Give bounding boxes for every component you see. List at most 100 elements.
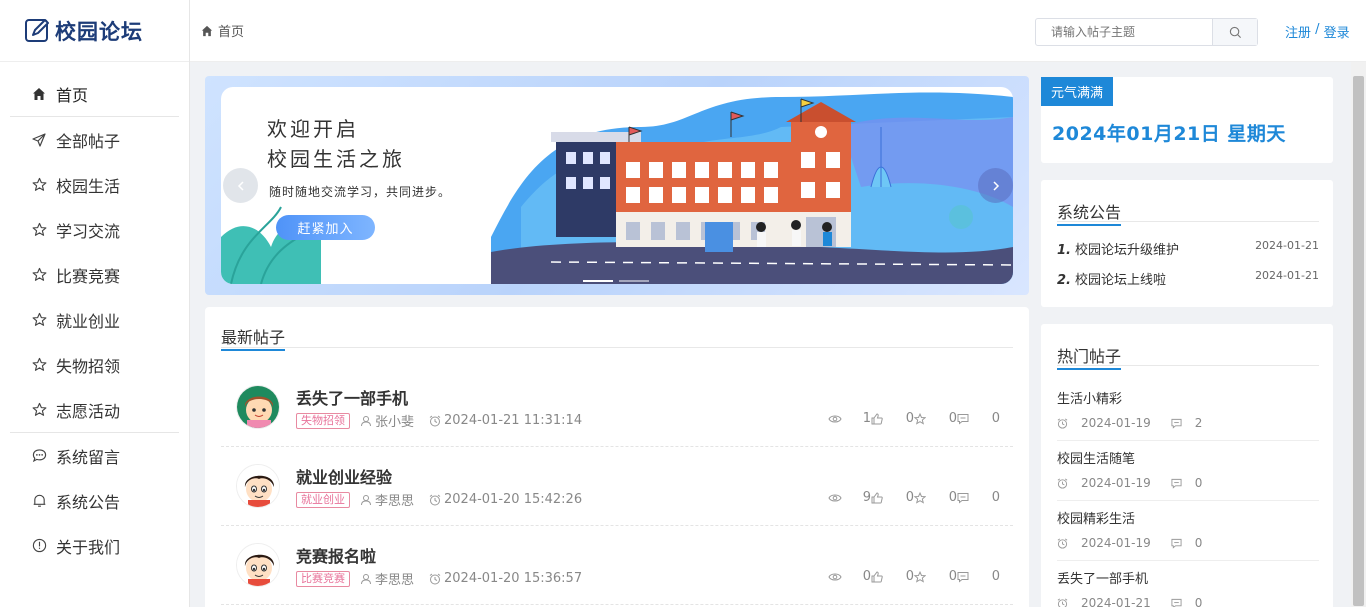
category-tag[interactable]: 比赛竞赛 bbox=[296, 570, 350, 587]
divider bbox=[1057, 500, 1319, 501]
sidebar-item-all-posts[interactable]: 全部帖子 bbox=[0, 117, 189, 162]
star-icon bbox=[31, 222, 47, 238]
star-icon bbox=[31, 267, 47, 283]
likes-stat[interactable]: 0 bbox=[871, 569, 914, 584]
banner-carousel[interactable]: 欢迎开启 校园生活之旅 随时随地交流学习，共同进步。 赶紧加入 bbox=[205, 76, 1029, 295]
post-title[interactable]: 就业创业经验 bbox=[296, 464, 392, 488]
sidebar-item-lost-found[interactable]: 失物招领 bbox=[0, 342, 189, 387]
post-row[interactable]: 丢失了一部手机 失物招领 张小斐 2024-01-21 11:31:14 1 0… bbox=[221, 368, 1013, 447]
comment-icon bbox=[957, 413, 992, 425]
register-link[interactable]: 注册 bbox=[1285, 22, 1311, 41]
star-icon bbox=[31, 312, 47, 328]
author-name: 李思思 bbox=[375, 494, 415, 509]
announcement-text: 校园论坛上线啦 bbox=[1074, 273, 1166, 288]
hot-post-meta: 2024-01-19 0 bbox=[1057, 476, 1319, 490]
comments-stat[interactable]: 0 bbox=[957, 411, 1000, 426]
comment-icon bbox=[1171, 478, 1185, 489]
clock-icon bbox=[1057, 418, 1071, 429]
favorites-stat[interactable]: 0 bbox=[914, 490, 957, 505]
hot-posts-card: 热门帖子 生活小精彩 2024-01-19 2 校园生活随笔 2024-01-1… bbox=[1041, 324, 1333, 607]
hot-post-title[interactable]: 生活小精彩 bbox=[1057, 388, 1319, 407]
login-link[interactable]: 登录 bbox=[1324, 22, 1350, 41]
sidebar-item-study[interactable]: 学习交流 bbox=[0, 207, 189, 252]
hot-post-title[interactable]: 校园生活随笔 bbox=[1057, 448, 1319, 467]
banner-slide: 欢迎开启 校园生活之旅 随时随地交流学习，共同进步。 赶紧加入 bbox=[221, 87, 1013, 284]
post-author: 李思思 bbox=[360, 490, 414, 509]
announcement-number: 2. bbox=[1057, 273, 1071, 288]
likes-stat[interactable]: 0 bbox=[871, 490, 914, 505]
search-button[interactable] bbox=[1212, 19, 1257, 45]
favorites-stat[interactable]: 0 bbox=[914, 411, 957, 426]
star-icon bbox=[31, 357, 47, 373]
hot-post-item[interactable]: 丢失了一部手机 2024-01-21 0 bbox=[1057, 568, 1319, 607]
clock-icon bbox=[1057, 538, 1071, 549]
sidebar-item-announcements[interactable]: 系统公告 bbox=[0, 478, 189, 523]
banner-subtitle: 随时随地交流学习，共同进步。 bbox=[269, 185, 452, 199]
avatar bbox=[236, 464, 280, 508]
side-menu: 首页 全部帖子 校园生活 学习交流 比赛竞赛 就业创业 失物招领 志愿活动 系统… bbox=[0, 62, 189, 568]
views-count: 0 bbox=[862, 569, 871, 584]
sidebar-item-about[interactable]: 关于我们 bbox=[0, 523, 189, 568]
title-underline bbox=[221, 349, 286, 351]
section-title-text: 热门帖子 bbox=[1057, 347, 1122, 366]
carousel-next-button[interactable] bbox=[978, 168, 1013, 203]
sidebar-item-home[interactable]: 首页 bbox=[0, 71, 189, 116]
bell-icon bbox=[31, 493, 47, 509]
breadcrumb-home[interactable]: 首页 bbox=[218, 21, 244, 40]
top-bar: 首页 注册 / 登录 bbox=[190, 0, 1366, 62]
post-row[interactable]: 竞赛报名啦 比赛竞赛 李思思 2024-01-20 15:36:57 0 0 0… bbox=[221, 526, 1013, 605]
favorites-stat[interactable]: 0 bbox=[914, 569, 957, 584]
post-time-text: 2024-01-20 15:42:26 bbox=[444, 492, 583, 507]
announcement-number: 1. bbox=[1057, 243, 1071, 258]
carousel-dot[interactable] bbox=[583, 280, 613, 282]
sidebar-item-career[interactable]: 就业创业 bbox=[0, 297, 189, 342]
page-scrollbar[interactable] bbox=[1351, 62, 1366, 607]
post-title[interactable]: 丢失了一部手机 bbox=[296, 385, 408, 409]
likes-stat[interactable]: 0 bbox=[871, 411, 914, 426]
star-icon bbox=[31, 402, 47, 418]
views-stat: 9 bbox=[828, 490, 871, 505]
sidebar-item-competition[interactable]: 比赛竞赛 bbox=[0, 252, 189, 297]
home-icon bbox=[31, 86, 47, 102]
comments-stat[interactable]: 0 bbox=[957, 490, 1000, 505]
category-tag[interactable]: 就业创业 bbox=[296, 491, 350, 508]
hot-post-item[interactable]: 校园精彩生活 2024-01-19 0 bbox=[1057, 508, 1319, 550]
post-time-text: 2024-01-20 15:36:57 bbox=[444, 571, 583, 586]
author-name: 李思思 bbox=[375, 573, 415, 588]
hot-post-title[interactable]: 丢失了一部手机 bbox=[1057, 568, 1319, 587]
clock-icon bbox=[429, 415, 444, 427]
search-input[interactable] bbox=[1036, 19, 1212, 45]
comments-count: 0 bbox=[991, 569, 1000, 584]
logo[interactable]: 校园论坛 bbox=[0, 0, 189, 62]
sidebar-item-volunteer[interactable]: 志愿活动 bbox=[0, 387, 189, 432]
post-row[interactable]: 就业创业经验 就业创业 李思思 2024-01-20 15:42:26 9 0 … bbox=[221, 447, 1013, 526]
category-tag[interactable]: 失物招领 bbox=[296, 412, 350, 429]
hot-posts-title: 热门帖子 bbox=[1057, 343, 1122, 370]
scrollbar-thumb[interactable] bbox=[1353, 76, 1364, 606]
carousel-prev-button[interactable] bbox=[223, 168, 258, 203]
hot-post-comments: 2 bbox=[1194, 416, 1203, 430]
avatar bbox=[236, 543, 280, 587]
hot-post-title[interactable]: 校园精彩生活 bbox=[1057, 508, 1319, 527]
sidebar-item-label: 学习交流 bbox=[56, 221, 121, 241]
clock-icon bbox=[1057, 478, 1071, 489]
sidebar-item-label: 就业创业 bbox=[56, 311, 121, 331]
comments-count: 0 bbox=[991, 490, 1000, 505]
clock-icon bbox=[429, 494, 444, 506]
comment-icon bbox=[957, 492, 992, 504]
home-icon bbox=[201, 25, 213, 37]
comments-stat[interactable]: 0 bbox=[957, 569, 1000, 584]
post-time: 2024-01-21 11:31:14 bbox=[429, 413, 582, 428]
hot-post-item[interactable]: 生活小精彩 2024-01-19 2 bbox=[1057, 388, 1319, 430]
post-stats: 1 0 0 0 bbox=[828, 411, 1000, 426]
hot-post-item[interactable]: 校园生活随笔 2024-01-19 0 bbox=[1057, 448, 1319, 490]
announcement-item[interactable]: 1. 校园论坛升级维护 2024-01-21 bbox=[1057, 239, 1319, 258]
post-meta: 比赛竞赛 李思思 2024-01-20 15:36:57 bbox=[296, 569, 582, 588]
carousel-dot[interactable] bbox=[619, 280, 649, 282]
sidebar-item-messages[interactable]: 系统留言 bbox=[0, 433, 189, 478]
sidebar-item-campus-life[interactable]: 校园生活 bbox=[0, 162, 189, 207]
post-title[interactable]: 竞赛报名啦 bbox=[296, 543, 376, 567]
join-button[interactable]: 赶紧加入 bbox=[276, 215, 375, 240]
author-name: 张小斐 bbox=[375, 415, 415, 430]
announcement-item[interactable]: 2. 校园论坛上线啦 2024-01-21 bbox=[1057, 269, 1319, 288]
